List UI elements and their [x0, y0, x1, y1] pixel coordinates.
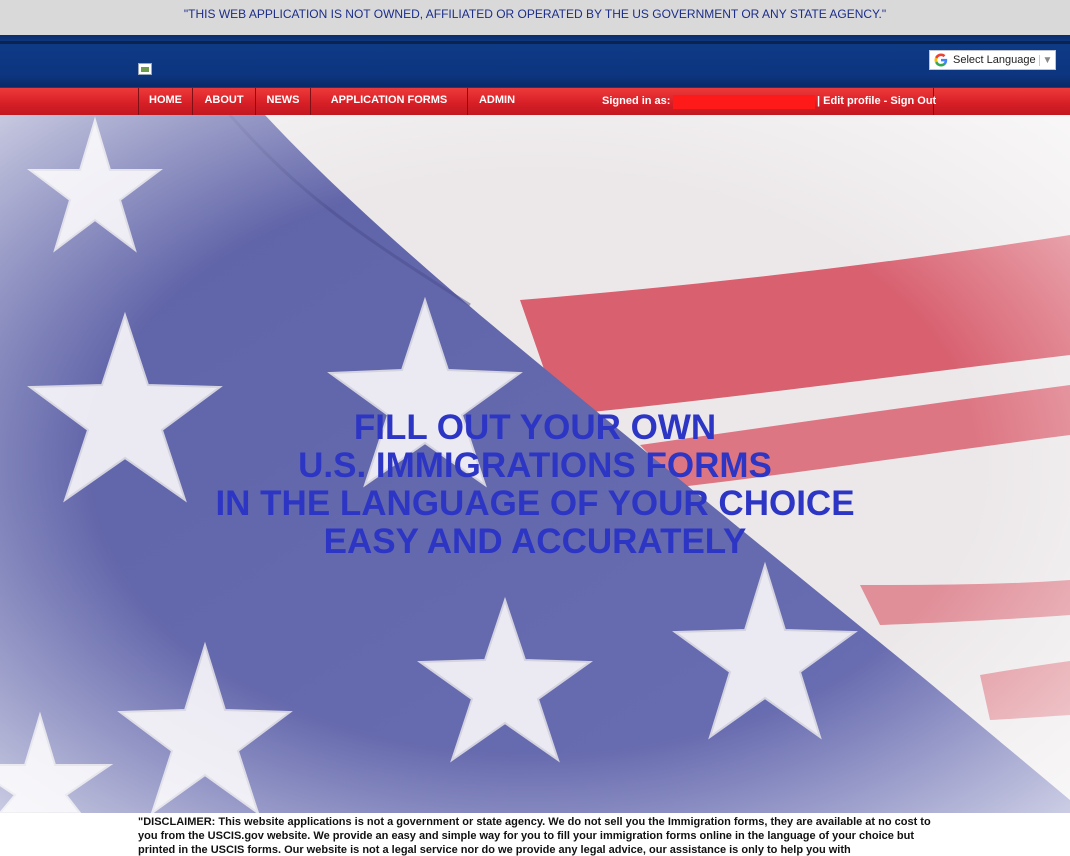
main-navigation: HOME ABOUT NEWS APPLICATION FORMS ADMIN …: [0, 87, 1070, 115]
nav-item-application-forms[interactable]: APPLICATION FORMS: [311, 88, 468, 115]
hero-line: U.S. IMMIGRATIONS FORMS: [298, 446, 772, 485]
header-strip: [0, 41, 1070, 44]
nav-container: HOME ABOUT NEWS APPLICATION FORMS ADMIN …: [138, 88, 936, 115]
google-g-icon: [932, 51, 950, 69]
profile-links: | Edit profile - Sign Out: [817, 88, 936, 115]
site-logo-broken-image-icon[interactable]: [138, 63, 152, 75]
edit-profile-link[interactable]: Edit profile: [823, 95, 880, 107]
nav-item-about[interactable]: ABOUT: [193, 88, 256, 115]
disclaimer-section: "DISCLAIMER: This website applications i…: [0, 813, 1070, 856]
hero-headline: FILL OUT YOUR OWN U.S. IMMIGRATIONS FORM…: [0, 409, 1070, 561]
hero-banner: FILL OUT YOUR OWN U.S. IMMIGRATIONS FORM…: [0, 115, 1070, 813]
language-select[interactable]: Select Language ▼: [929, 50, 1056, 70]
government-disclaimer-banner: "THIS WEB APPLICATION IS NOT OWNED, AFFI…: [0, 0, 1070, 35]
language-select-label: Select Language: [953, 54, 1036, 66]
hero-line: EASY AND ACCURATELY: [323, 522, 747, 561]
hero-line: IN THE LANGUAGE OF YOUR CHOICE: [215, 484, 855, 523]
hero-line: FILL OUT YOUR OWN: [353, 408, 717, 447]
redacted-username: [673, 95, 815, 109]
chevron-down-icon[interactable]: ▼: [1039, 54, 1055, 66]
sign-out-link[interactable]: Sign Out: [890, 95, 936, 107]
nav-item-news[interactable]: NEWS: [256, 88, 311, 115]
nav-item-home[interactable]: HOME: [139, 88, 193, 115]
nav-item-admin[interactable]: ADMIN: [468, 88, 526, 115]
site-header: Select Language ▼: [0, 35, 1070, 87]
signed-in-label: Signed in as:: [602, 95, 671, 107]
disclaimer-text: "DISCLAIMER: This website applications i…: [138, 816, 931, 856]
link-dash: -: [880, 95, 891, 107]
